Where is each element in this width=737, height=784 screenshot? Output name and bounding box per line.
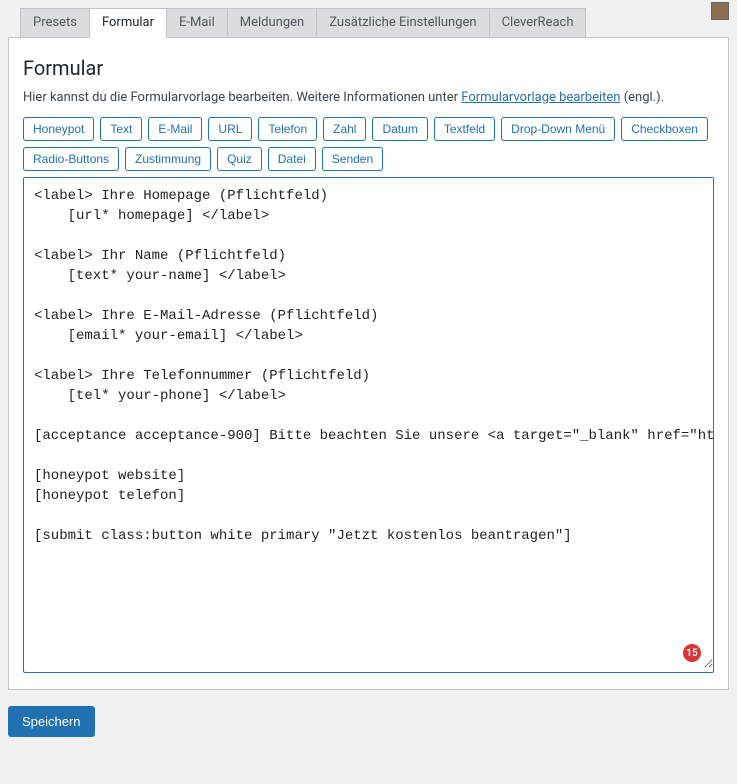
- formular-panel: Formular Hier kannst du die Formularvorl…: [8, 37, 729, 690]
- tag-telefon[interactable]: Telefon: [258, 117, 317, 141]
- tag-dropdown[interactable]: Drop-Down Menü: [501, 117, 615, 141]
- panel-description-pre: Hier kannst du die Formularvorlage bearb…: [23, 90, 461, 105]
- tag-radio-buttons[interactable]: Radio-Buttons: [23, 147, 119, 171]
- tab-meldungen[interactable]: Meldungen: [227, 8, 317, 38]
- tag-checkboxen[interactable]: Checkboxen: [621, 117, 708, 141]
- tab-zusaetzliche-einstellungen[interactable]: Zusätzliche Einstellungen: [316, 8, 489, 38]
- tag-text[interactable]: Text: [100, 117, 142, 141]
- tag-textfeld[interactable]: Textfeld: [434, 117, 495, 141]
- save-button[interactable]: Speichern: [8, 706, 95, 737]
- tag-url[interactable]: URL: [208, 117, 252, 141]
- form-template-textarea[interactable]: [24, 178, 713, 668]
- panel-description: Hier kannst du die Formularvorlage bearb…: [23, 90, 714, 105]
- tag-zahl[interactable]: Zahl: [323, 117, 366, 141]
- form-editor: 15: [23, 177, 714, 673]
- doc-link[interactable]: Formularvorlage bearbeiten: [461, 90, 620, 105]
- tab-presets[interactable]: Presets: [20, 8, 90, 38]
- tag-quiz[interactable]: Quiz: [217, 147, 262, 171]
- tag-email[interactable]: E-Mail: [148, 117, 202, 141]
- tag-datei[interactable]: Datei: [268, 147, 316, 171]
- panel-description-post: (engl.).: [620, 90, 664, 105]
- tag-row-1: Honeypot Text E-Mail URL Telefon Zahl Da…: [23, 117, 714, 141]
- tag-datum[interactable]: Datum: [372, 117, 427, 141]
- avatar[interactable]: [711, 2, 729, 20]
- tag-honeypot[interactable]: Honeypot: [23, 117, 94, 141]
- action-row: Speichern: [0, 690, 737, 753]
- tag-senden[interactable]: Senden: [322, 147, 383, 171]
- tab-bar: Presets Formular E-Mail Meldungen Zusätz…: [0, 0, 737, 38]
- tag-zustimmung[interactable]: Zustimmung: [125, 147, 211, 171]
- tab-cleverreach[interactable]: CleverReach: [489, 8, 587, 38]
- tab-email[interactable]: E-Mail: [166, 8, 228, 38]
- tab-formular[interactable]: Formular: [89, 8, 167, 38]
- panel-heading: Formular: [23, 56, 714, 80]
- tag-row-2: Radio-Buttons Zustimmung Quiz Datei Send…: [23, 147, 714, 171]
